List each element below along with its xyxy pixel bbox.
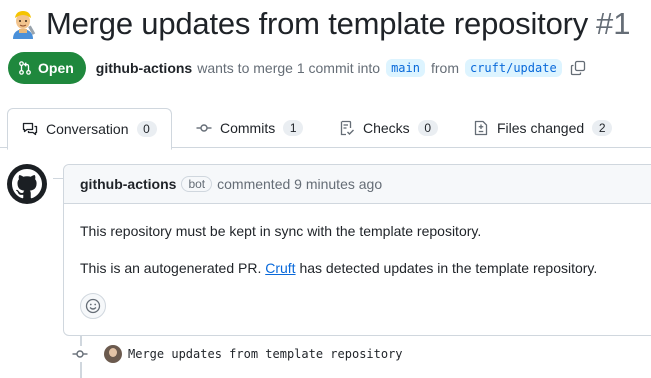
base-branch-link[interactable]: main [386,59,425,77]
tab-files-changed[interactable]: Files changed 2 [473,108,613,148]
file-diff-icon [474,120,488,136]
github-octocat-icon [12,169,42,199]
tab-count: 0 [136,121,157,137]
man-mechanic-emoji-icon [8,9,38,39]
comment-body: This repository must be kept in sync wit… [64,204,651,277]
pr-title: Merge updates from template repository [46,6,589,41]
tab-conversation[interactable]: Conversation 0 [7,108,172,150]
comment-paragraph: This is an autogenerated PR. Cruft has d… [80,259,648,277]
github-avatar[interactable] [7,164,47,204]
tab-label: Commits [220,120,276,136]
pr-meta-row: Open github-actions wants to merge 1 com… [8,52,586,84]
checklist-icon [340,120,354,136]
tab-label: Files changed [497,120,585,136]
git-pull-request-icon [19,61,31,75]
pr-author-link[interactable]: github-actions [96,60,192,76]
state-label: Open [38,60,74,76]
open-state-badge: Open [8,52,86,84]
tab-label: Checks [363,120,410,136]
cruft-link[interactable]: Cruft [265,260,295,276]
comment-author-link[interactable]: github-actions [80,176,176,192]
tab-count: 1 [283,120,304,136]
tab-commits[interactable]: Commits 1 [196,108,304,148]
pr-title-row: Merge updates from template repository #… [8,4,631,44]
head-branch-link[interactable]: cruft/update [464,59,562,77]
comment-paragraph: This repository must be kept in sync wit… [80,223,482,239]
tab-count: 0 [417,120,438,136]
git-commit-icon [72,346,88,362]
bot-label: bot [181,176,213,192]
timeline-commit-item: Merge updates from template repository [72,343,403,365]
git-commit-icon [196,124,212,132]
tab-count: 2 [592,120,613,136]
comment-discussion-icon [22,122,38,136]
comment-header: github-actions bot commented 9 minutes a… [64,165,651,204]
pr-number: #1 [596,6,631,41]
tab-label: Conversation [46,121,129,137]
pr-comment: github-actions bot commented 9 minutes a… [63,164,651,336]
commit-message-link[interactable]: Merge updates from template repository [128,347,403,361]
merge-description: wants to merge 1 commit into [197,60,381,76]
tab-checks[interactable]: Checks 0 [339,108,438,148]
add-reaction-button[interactable] [80,293,106,319]
comment-text: has detected updates in the template rep… [299,260,598,277]
comment-text: This is an autogenerated PR. [80,260,262,277]
comment-timestamp[interactable]: commented 9 minutes ago [217,176,382,192]
commit-author-avatar[interactable] [104,345,122,363]
copy-icon[interactable] [570,60,586,76]
from-text: from [430,60,459,76]
smiley-icon [85,298,101,314]
